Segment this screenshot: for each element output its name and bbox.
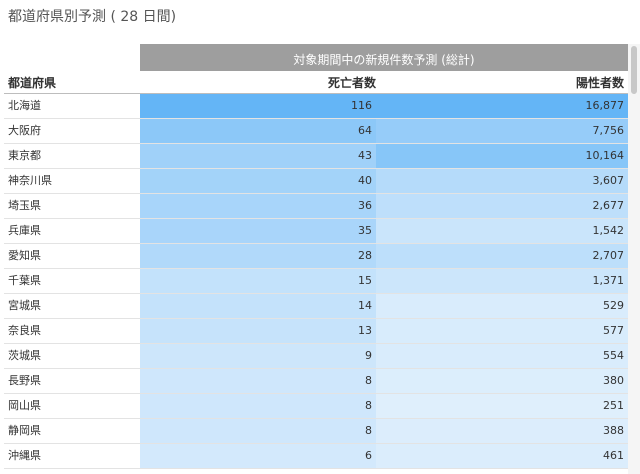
table-row: 沖縄県 6 461 [4,444,628,469]
table-body: 北海道 116 16,877 大阪府 64 7,756 東京都 43 10,164 神奈川県 40 3… [4,94,628,469]
prefecture-cell: 埼玉県 [8,199,41,212]
positives-cell: 554 [376,344,628,368]
deaths-cell: 8 [140,419,376,443]
table-row: 長野県 8 380 [4,369,628,394]
column-header-positives[interactable]: 陽性者数 [576,74,624,91]
prefecture-cell: 宮城県 [8,299,41,312]
deaths-cell: 8 [140,394,376,418]
table-row: 茨城県 9 554 [4,344,628,369]
positives-cell: 577 [376,319,628,343]
deaths-cell: 13 [140,319,376,343]
column-header-deaths[interactable]: 死亡者数 [328,74,376,91]
table-row: 埼玉県 36 2,677 [4,194,628,219]
deaths-cell: 64 [140,119,376,143]
positives-cell: 380 [376,369,628,393]
deaths-cell: 14 [140,294,376,318]
deaths-cell: 9 [140,344,376,368]
positives-cell: 529 [376,294,628,318]
prefecture-cell: 大阪府 [8,124,41,137]
column-header-prefecture[interactable]: 都道府県 [8,74,56,91]
group-header: 対象期間中の新規件数予測 (総計) [140,44,628,71]
deaths-cell: 8 [140,369,376,393]
prefecture-cell: 北海道 [8,99,41,112]
prefecture-cell: 神奈川県 [8,174,52,187]
table-row: 東京都 43 10,164 [4,144,628,169]
positives-cell: 10,164 [376,144,628,168]
table-row: 神奈川県 40 3,607 [4,169,628,194]
deaths-cell: 6 [140,444,376,468]
vertical-scrollbar[interactable] [628,44,640,474]
table-row: 奈良県 13 577 [4,319,628,344]
deaths-cell: 28 [140,244,376,268]
deaths-cell: 36 [140,194,376,218]
prefecture-cell: 愛知県 [8,249,41,262]
positives-cell: 388 [376,419,628,443]
prefecture-cell: 奈良県 [8,324,41,337]
prefecture-cell: 兵庫県 [8,224,41,237]
positives-cell: 1,371 [376,269,628,293]
prefecture-cell: 沖縄県 [8,449,41,462]
positives-cell: 2,707 [376,244,628,268]
prefecture-cell: 東京都 [8,149,41,162]
deaths-cell: 35 [140,219,376,243]
positives-cell: 251 [376,394,628,418]
table-row: 静岡県 8 388 [4,419,628,444]
column-header-row: 都道府県 死亡者数 陽性者数 [4,71,628,94]
prefecture-cell: 岡山県 [8,399,41,412]
prefecture-cell: 茨城県 [8,349,41,362]
prefecture-cell: 長野県 [8,374,41,387]
prefecture-cell: 千葉県 [8,274,41,287]
positives-cell: 16,877 [376,94,628,118]
table-row: 宮城県 14 529 [4,294,628,319]
deaths-cell: 15 [140,269,376,293]
table-row: 愛知県 28 2,707 [4,244,628,269]
positives-cell: 461 [376,444,628,468]
positives-cell: 3,607 [376,169,628,193]
deaths-cell: 43 [140,144,376,168]
positives-cell: 7,756 [376,119,628,143]
positives-cell: 2,677 [376,194,628,218]
deaths-cell: 40 [140,169,376,193]
table-row: 岡山県 8 251 [4,394,628,419]
page-title: 都道府県別予測 ( 28 日間) [8,9,177,25]
positives-cell: 1,542 [376,219,628,243]
table-row: 千葉県 15 1,371 [4,269,628,294]
prefecture-cell: 静岡県 [8,424,41,437]
table-row: 兵庫県 35 1,542 [4,219,628,244]
scrollbar-thumb[interactable] [631,46,637,94]
deaths-cell: 116 [140,94,376,118]
table-row: 北海道 116 16,877 [4,94,628,119]
table-row: 大阪府 64 7,756 [4,119,628,144]
